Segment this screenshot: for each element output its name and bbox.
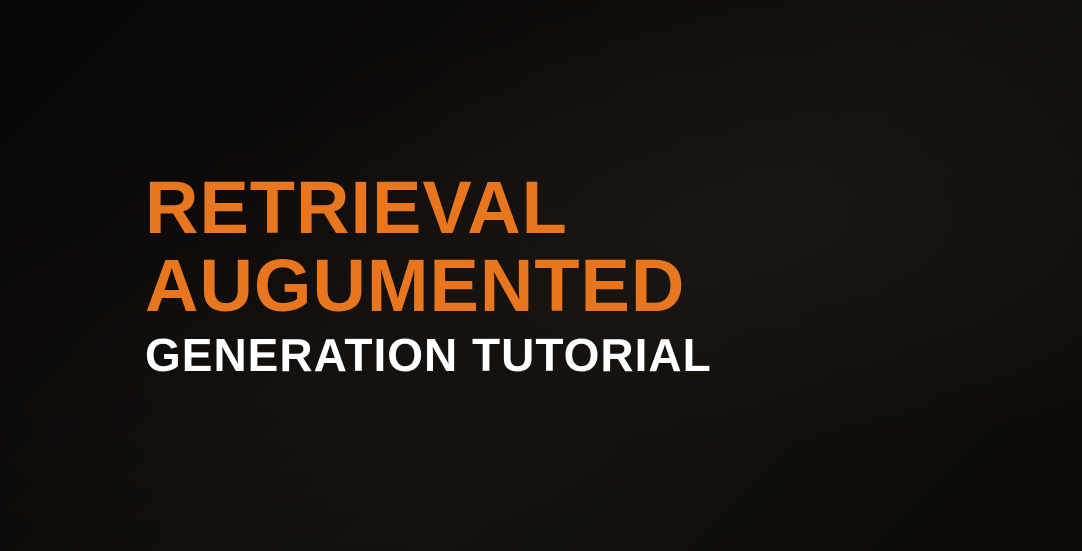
subtitle: GENERATION TUTORIAL [145,329,712,382]
hero-text-block: RETRIEVAL AUGUMENTED GENERATION TUTORIAL [0,169,712,381]
title-line-2: AUGUMENTED [145,247,712,325]
hero-banner: RETRIEVAL AUGUMENTED GENERATION TUTORIAL [0,0,1082,551]
title-line-1: RETRIEVAL [145,169,712,247]
